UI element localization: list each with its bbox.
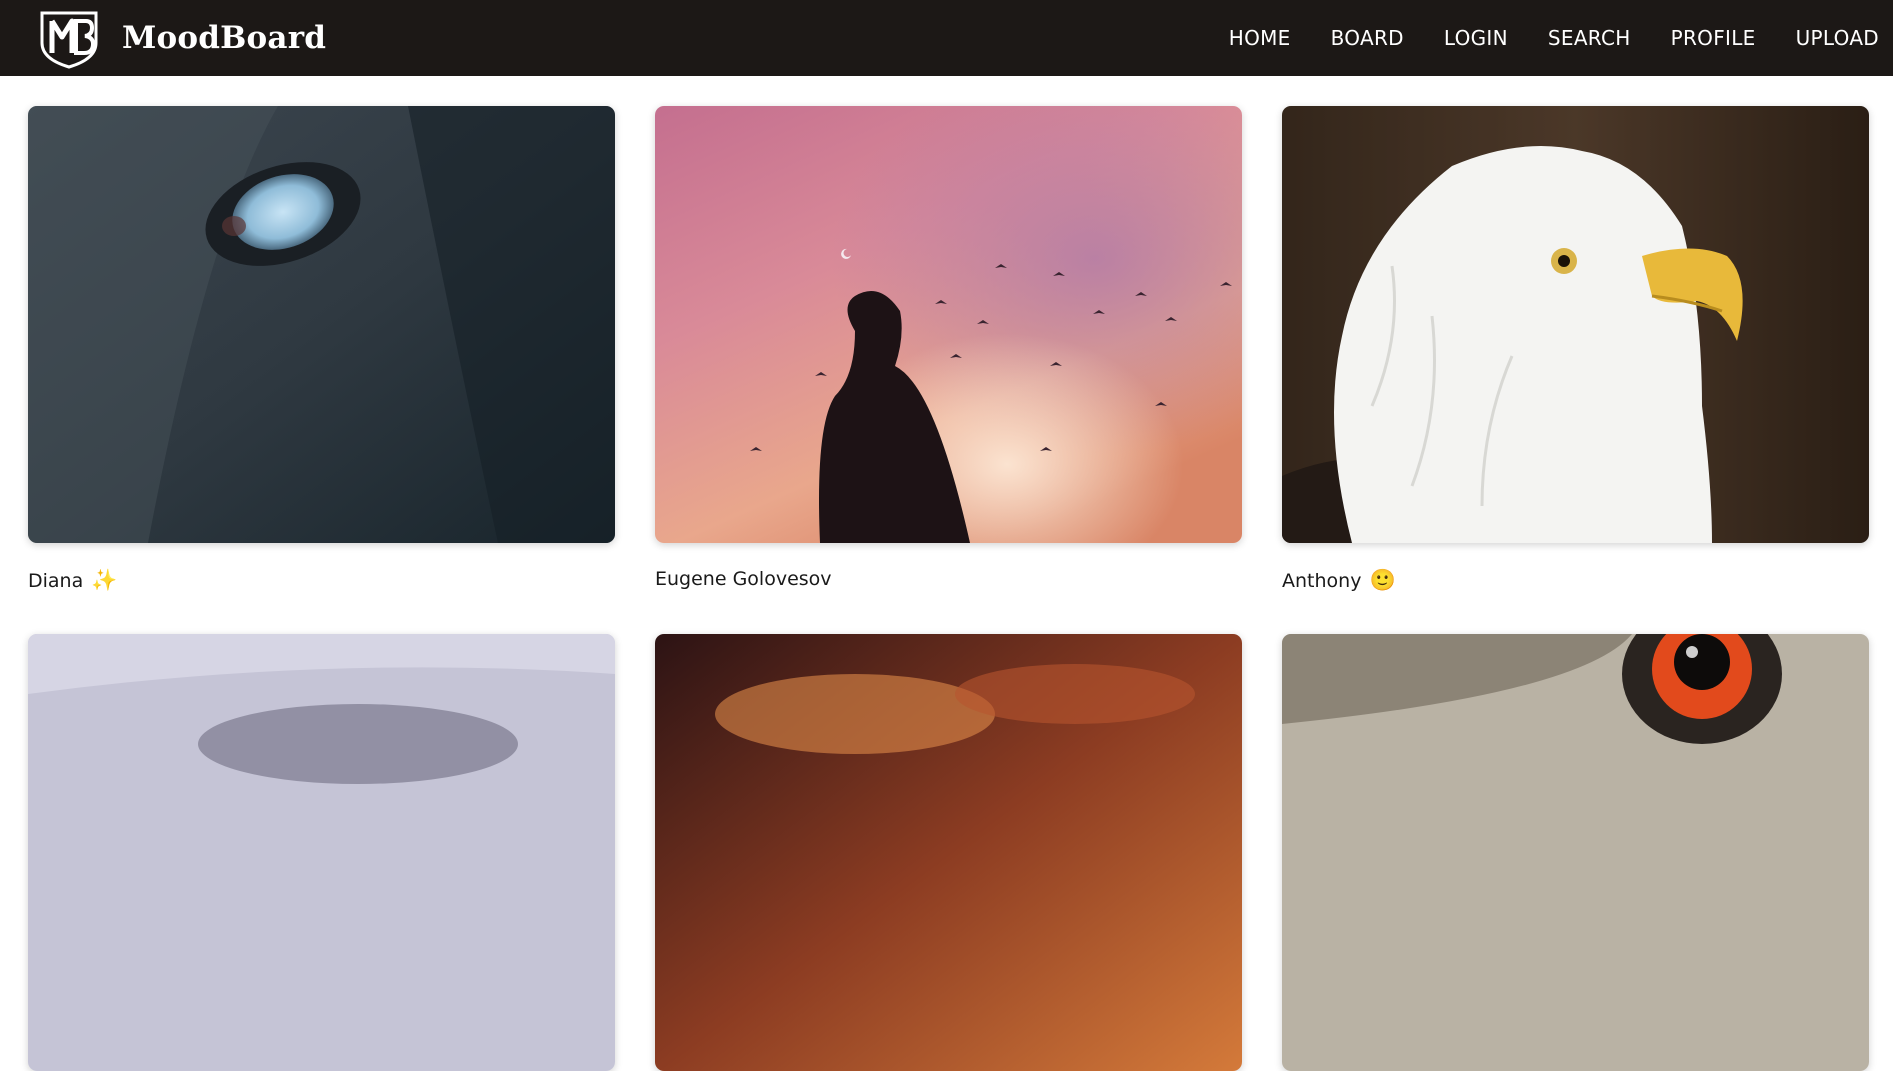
image-card[interactable]: Eugene Golovesov [655, 106, 1242, 590]
image-card[interactable] [1282, 634, 1869, 1071]
smiley-icon: 🙂 [1369, 568, 1396, 592]
card-image-horse-eye[interactable] [28, 106, 615, 543]
nav-home-link[interactable]: HOME [1229, 26, 1291, 50]
nav-search-link[interactable]: SEARCH [1548, 26, 1631, 50]
main-nav: HOME BOARD LOGIN SEARCH PROFILE UPLOAD [1189, 0, 1879, 76]
brand-name: MoodBoard [122, 20, 327, 56]
card-image-pink-sky[interactable] [655, 106, 1242, 543]
card-image-owl-eye[interactable] [1282, 634, 1869, 1071]
nav-upload-link[interactable]: UPLOAD [1796, 26, 1879, 50]
card-image-eagle[interactable] [1282, 106, 1869, 543]
card-caption: Eugene Golovesov [655, 568, 1242, 590]
card-caption: Anthony 🙂 [1282, 568, 1869, 593]
card-caption: Diana ✨ [28, 568, 615, 593]
card-image-fiery-clouds[interactable] [655, 634, 1242, 1071]
logo-icon[interactable] [36, 7, 102, 69]
author-name[interactable]: Diana [28, 570, 83, 592]
nav-profile-link[interactable]: PROFILE [1671, 26, 1756, 50]
image-card[interactable] [28, 634, 615, 1071]
image-card[interactable]: Diana ✨ [28, 106, 615, 593]
nav-login-link[interactable]: LOGIN [1444, 26, 1508, 50]
image-card[interactable] [655, 634, 1242, 1071]
card-image-white-fur[interactable] [28, 634, 615, 1071]
author-name[interactable]: Anthony [1282, 570, 1361, 592]
sparkles-icon: ✨ [91, 568, 118, 592]
image-card[interactable]: Anthony 🙂 [1282, 106, 1869, 593]
author-name[interactable]: Eugene Golovesov [655, 568, 832, 590]
brand[interactable]: MoodBoard [36, 7, 326, 69]
top-navbar: MoodBoard HOME BOARD LOGIN SEARCH PROFIL… [0, 0, 1893, 76]
nav-board-link[interactable]: BOARD [1331, 26, 1404, 50]
